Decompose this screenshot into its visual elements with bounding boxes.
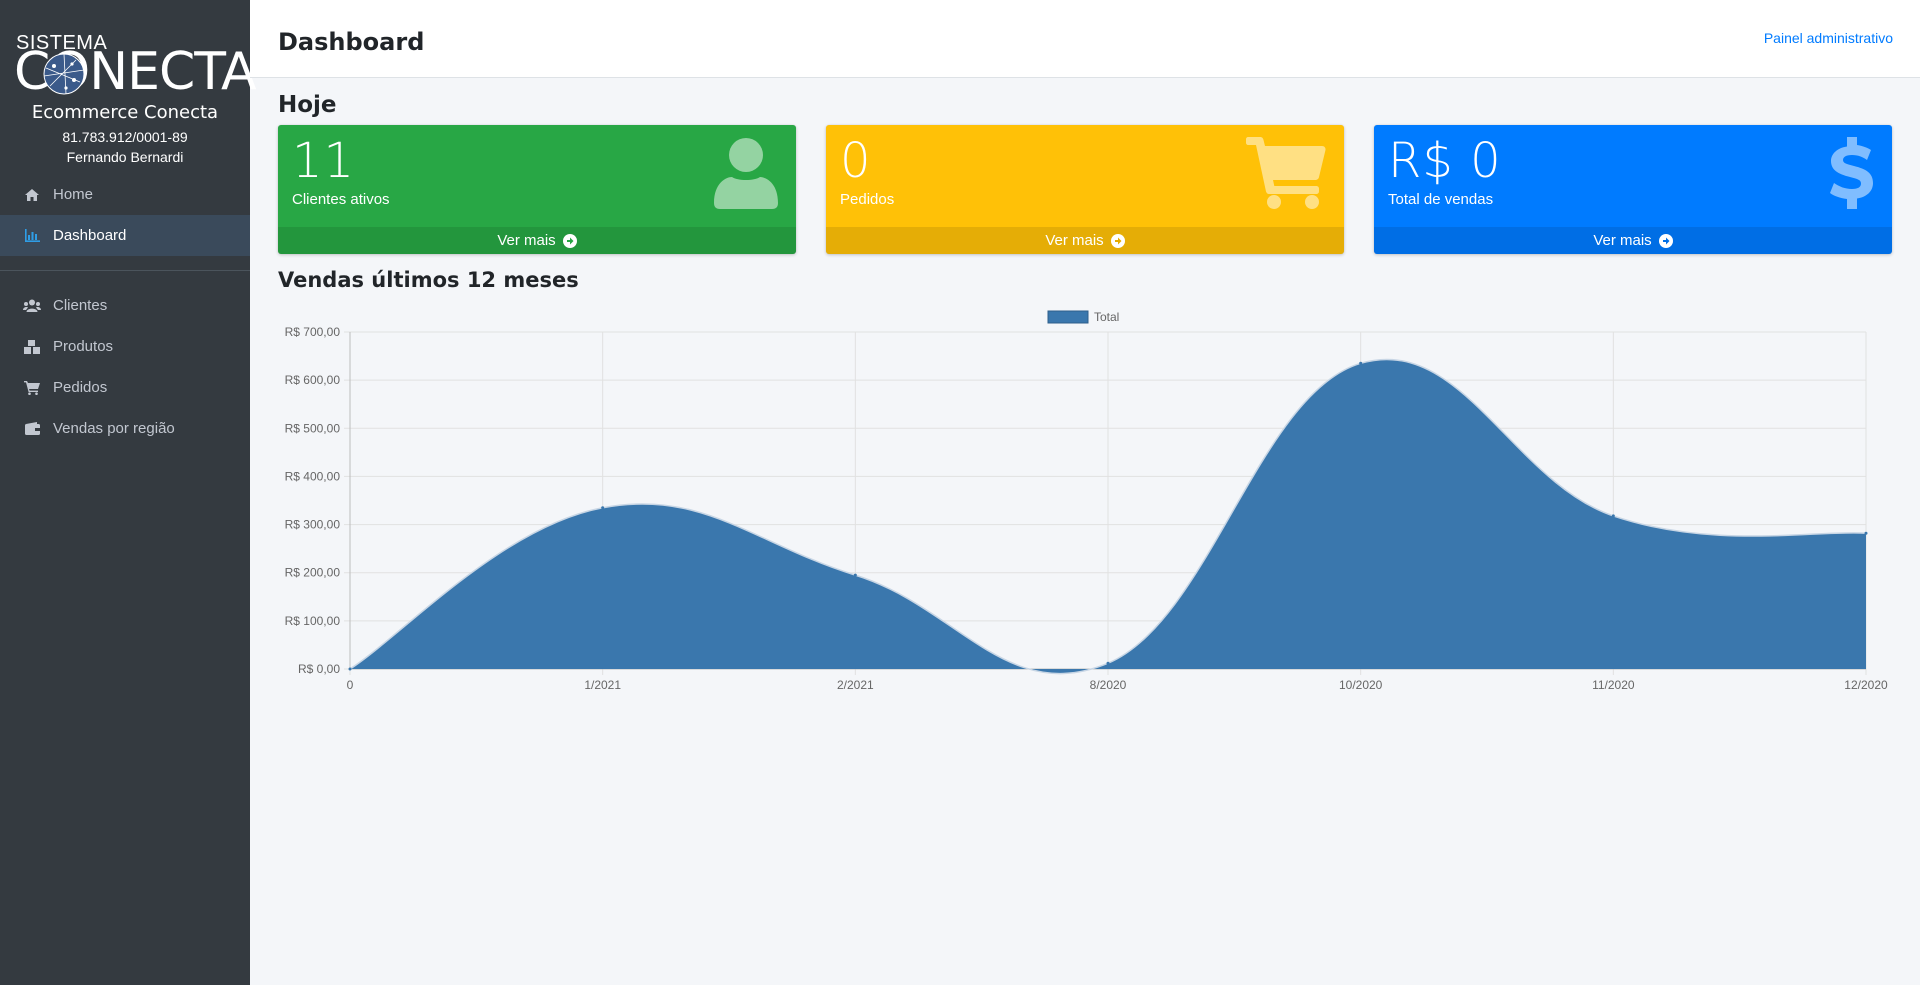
x-tick-label: 11/2020 (1592, 678, 1635, 692)
brand-logo[interactable]: SISTEMA CONECTA (12, 30, 257, 100)
cart-icon (22, 380, 42, 396)
card-footer-link[interactable]: Ver mais (278, 227, 796, 254)
card-footer-link[interactable]: Ver mais (826, 227, 1344, 254)
card-active-clients: 11 Clientes ativos Ver mais (278, 125, 796, 254)
users-icon (22, 298, 42, 314)
sidebar-item-pedidos[interactable]: Pedidos (0, 367, 250, 408)
sidebar-item-clientes[interactable]: Clientes (0, 285, 250, 326)
sales-chart-svg: R$ 0,00 R$ 100,00 R$ 200,00 R$ 300,00 R$ 400… (285, 310, 1888, 692)
card-label: Total de vendas (1388, 191, 1494, 208)
y-tick-label: R$ 700,00 (285, 325, 341, 339)
card-value: R$ 0 (1388, 133, 1502, 189)
arrow-circle-right-icon (1658, 233, 1673, 248)
sidebar-item-dashboard[interactable]: Dashboard (0, 215, 250, 256)
sidebar-nav-secondary: Clientes Produtos Pedidos Vendas por reg… (0, 285, 250, 449)
x-tick-label: 8/2020 (1090, 678, 1127, 692)
card-footer-link[interactable]: Ver mais (1374, 227, 1892, 254)
data-point (1359, 361, 1363, 365)
x-tick-label: 0 (347, 678, 354, 692)
arrow-circle-right-icon (562, 233, 577, 248)
sidebar: SISTEMA CONECTA Ecommerce Conecta 81.783… (0, 0, 257, 985)
brand-cnpj: 81.783.912/0001-89 (62, 129, 188, 145)
boxes-icon (22, 339, 42, 355)
sidebar-item-label: Produtos (53, 338, 114, 355)
x-tick-label: 2/2021 (837, 678, 874, 692)
home-icon (22, 187, 42, 203)
data-point (1864, 531, 1868, 535)
data-point (601, 506, 605, 510)
sidebar-item-home[interactable]: Home (0, 174, 250, 215)
sidebar-item-produtos[interactable]: Produtos (0, 326, 250, 367)
y-tick-label: R$ 300,00 (285, 518, 341, 532)
card-footer-label: Ver mais (1045, 232, 1104, 249)
sidebar-divider (0, 270, 250, 271)
data-point (1106, 661, 1110, 665)
arrow-circle-right-icon (1110, 233, 1125, 248)
sidebar-item-label: Clientes (53, 297, 108, 314)
sidebar-item-vendas-regiao[interactable]: Vendas por região (0, 408, 250, 449)
dollar-icon (1830, 137, 1873, 209)
card-total-sales: R$ 0 Total de vendas Ver mais (1374, 125, 1892, 254)
chart-bar-icon (22, 228, 42, 244)
wallet-icon (22, 421, 42, 437)
top-header: Dashboard Painel administrativo (250, 0, 1920, 78)
card-footer-label: Ver mais (1593, 232, 1652, 249)
x-tick-label: 1/2021 (584, 678, 621, 692)
data-point (1611, 514, 1615, 518)
y-tick-label: R$ 100,00 (285, 614, 341, 628)
card-footer-label: Ver mais (497, 232, 556, 249)
data-point (853, 573, 857, 577)
card-value: 0 (840, 133, 872, 189)
card-label: Pedidos (840, 191, 895, 208)
card-orders: 0 Pedidos Ver mais (826, 125, 1344, 254)
y-tick-label: R$ 0,00 (298, 662, 340, 676)
x-tick-label: 10/2020 (1339, 678, 1383, 692)
y-tick-label: R$ 400,00 (285, 469, 341, 483)
y-tick-label: R$ 500,00 (285, 421, 341, 435)
admin-panel-link[interactable]: Painel administrativo (1764, 30, 1893, 46)
sidebar-nav-main: Home Dashboard (0, 174, 250, 256)
shopping-cart-icon (1246, 137, 1326, 209)
sidebar-item-label: Dashboard (53, 227, 127, 244)
globe-icon (43, 53, 85, 95)
legend-swatch (1047, 310, 1089, 324)
x-tick-label: 12/2020 (1844, 678, 1888, 692)
card-value: 11 (292, 133, 356, 189)
y-tick-label: R$ 600,00 (285, 373, 341, 387)
card-label: Clientes ativos (292, 191, 390, 208)
legend-label: Total (1094, 310, 1119, 324)
brand: SISTEMA CONECTA Ecommerce Conecta 81.783… (0, 0, 257, 170)
sales-chart-title: Vendas últimos 12 meses (278, 268, 579, 292)
stat-cards: 11 Clientes ativos Ver mais 0 Pedidos Ve… (278, 125, 1892, 254)
page-title: Dashboard (278, 28, 425, 56)
y-tick-label: R$ 200,00 (285, 566, 341, 580)
sidebar-item-label: Vendas por região (53, 420, 175, 437)
user-icon (714, 138, 778, 209)
data-point (348, 667, 352, 671)
brand-user: Fernando Bernardi (66, 149, 184, 165)
sidebar-item-label: Pedidos (53, 379, 108, 396)
brand-name: Ecommerce Conecta (31, 102, 219, 123)
today-title: Hoje (278, 92, 337, 118)
sales-chart: R$ 0,00 R$ 100,00 R$ 200,00 R$ 300,00 R$ 400… (278, 304, 1892, 724)
sidebar-item-label: Home (53, 186, 94, 203)
